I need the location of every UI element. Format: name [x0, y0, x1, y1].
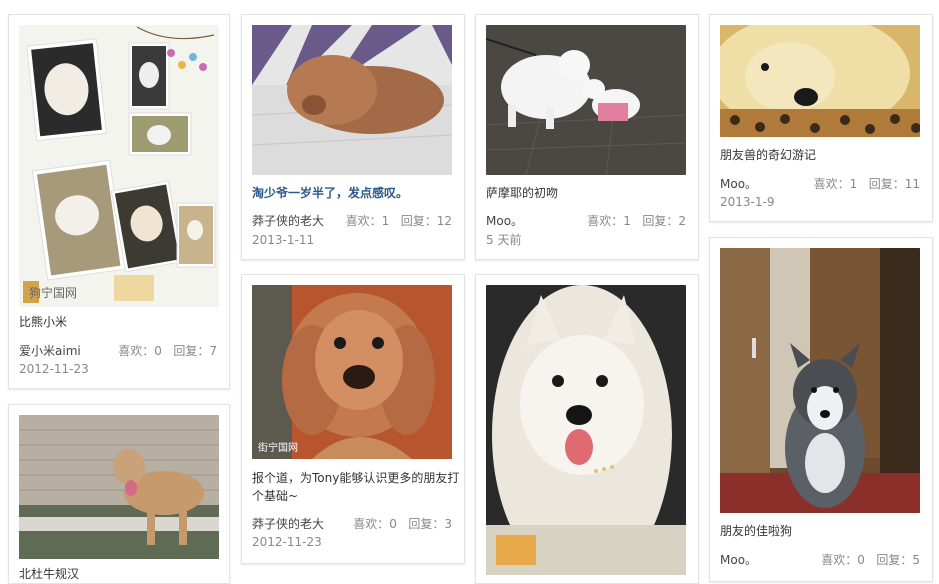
- author-link[interactable]: Moo。: [486, 212, 523, 230]
- post-stats: 喜欢：0 回复：5: [821, 553, 920, 567]
- post-card[interactable]: 淘少爷一岁半了，发点感叹。 莽子侠的老大 喜欢：1 回复：12 2013-1-1…: [241, 14, 465, 260]
- post-meta: Moo。 喜欢：1 回复：2: [486, 212, 686, 230]
- post-photo[interactable]: 狗宁国网: [19, 25, 219, 307]
- post-title[interactable]: 朋友的佳啦狗: [720, 522, 930, 540]
- post-title[interactable]: 淘少爷一岁半了，发点感叹。: [252, 184, 462, 202]
- post-date: 2012-11-23: [252, 535, 322, 549]
- post-date: 2013-1-9: [720, 195, 775, 209]
- post-stats: 喜欢：0 回复：7: [118, 344, 217, 358]
- post-stats: 喜欢：0 回复：3: [353, 517, 452, 531]
- post-date: 5 天前: [486, 233, 522, 247]
- post-date: 2012-11-23: [19, 362, 89, 376]
- post-card[interactable]: 狗宁国网 比熊小米 爱小米aimi 喜欢：0 回复：7 2012-11-23: [8, 14, 230, 389]
- post-title[interactable]: 报个道，为Tony能够认识更多的朋友打个基础~: [252, 469, 462, 505]
- post-photo[interactable]: 街宁国网: [252, 285, 452, 459]
- post-meta: Moo。 喜欢：0 回复：5: [720, 551, 920, 569]
- post-photo[interactable]: [720, 25, 920, 137]
- post-card[interactable]: 街宁国网 报个道，为Tony能够认识更多的朋友打个基础~ 莽子侠的老大 喜欢：0…: [241, 274, 465, 564]
- author-link[interactable]: Moo。: [720, 175, 757, 193]
- post-stats: 喜欢：1 回复：2: [587, 214, 686, 228]
- post-title[interactable]: 北杜牛规汉: [19, 565, 229, 583]
- post-card[interactable]: 朋友的佳啦狗 Moo。 喜欢：0 回复：5: [709, 237, 933, 582]
- post-meta: 莽子侠的老大 喜欢：1 回复：12: [252, 212, 452, 230]
- post-stats: 喜欢：1 回复：11: [813, 177, 920, 191]
- post-card[interactable]: 萨摩耶的初吻 Moo。 喜欢：1 回复：2 5 天前: [475, 14, 699, 260]
- post-card[interactable]: [475, 274, 699, 584]
- author-link[interactable]: 莽子侠的老大: [252, 212, 324, 230]
- post-date: 2013-1-11: [252, 233, 315, 247]
- post-photo[interactable]: [720, 248, 920, 513]
- post-stats: 喜欢：1 回复：12: [345, 214, 452, 228]
- watermark: 街宁国网: [258, 441, 298, 454]
- post-meta: Moo。 喜欢：1 回复：11: [720, 175, 920, 193]
- post-meta: 爱小米aimi 喜欢：0 回复：7: [19, 342, 217, 360]
- post-title[interactable]: 比熊小米: [19, 313, 229, 331]
- author-link[interactable]: 莽子侠的老大: [252, 515, 324, 533]
- post-card[interactable]: 朋友兽的奇幻游记 Moo。 喜欢：1 回复：11 2013-1-9: [709, 14, 933, 222]
- post-photo[interactable]: [252, 25, 452, 175]
- post-title[interactable]: 萨摩耶的初吻: [486, 184, 696, 202]
- post-card[interactable]: 北杜牛规汉: [8, 404, 230, 584]
- post-photo[interactable]: [486, 285, 686, 575]
- post-meta: 莽子侠的老大 喜欢：0 回复：3: [252, 515, 452, 533]
- post-photo[interactable]: [486, 25, 686, 175]
- author-link[interactable]: Moo。: [720, 551, 757, 569]
- watermark: 狗宁国网: [29, 285, 77, 300]
- author-link[interactable]: 爱小米aimi: [19, 342, 81, 360]
- post-photo[interactable]: [19, 415, 219, 559]
- post-title[interactable]: 朋友兽的奇幻游记: [720, 146, 930, 164]
